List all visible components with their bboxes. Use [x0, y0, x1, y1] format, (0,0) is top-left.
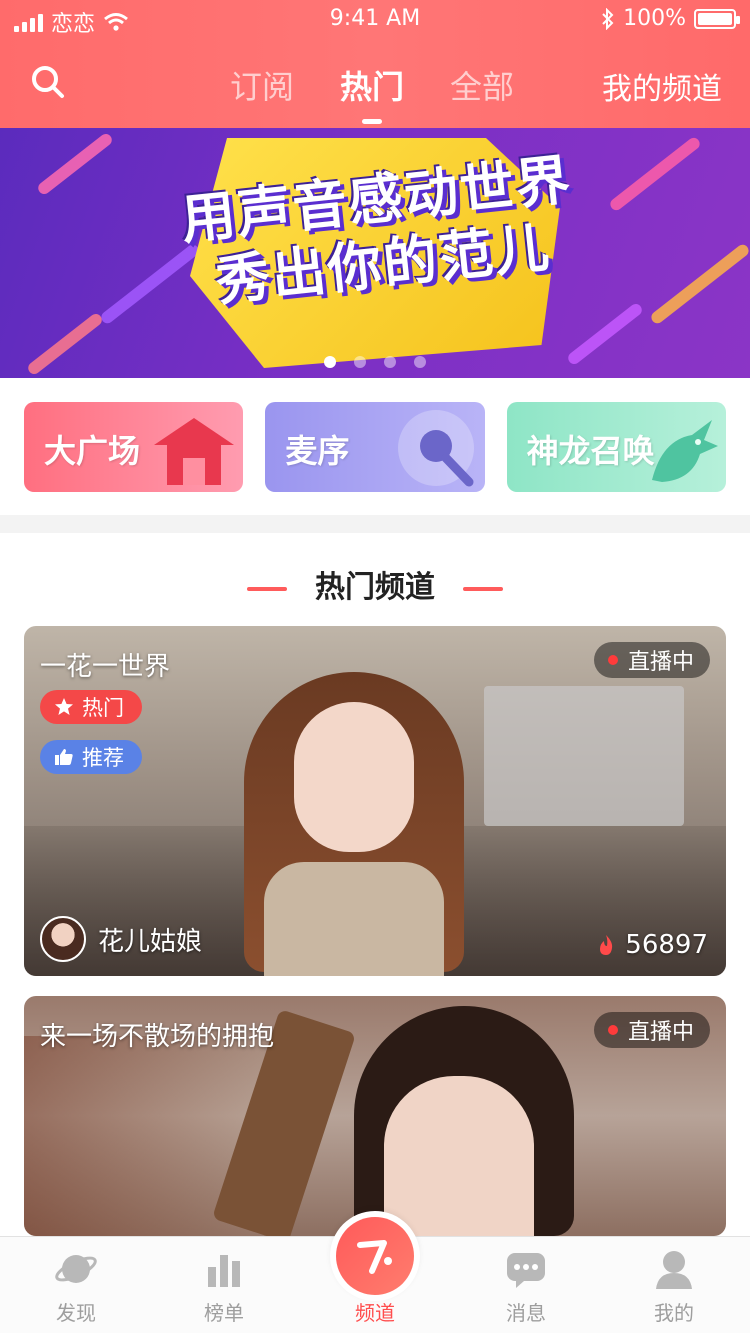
banner-dot[interactable]: [324, 356, 336, 368]
category-square[interactable]: 大广场: [24, 402, 244, 492]
channel-logo-icon: [336, 1217, 414, 1295]
tab-me[interactable]: 我的: [624, 1247, 724, 1326]
section-title: 热门频道: [315, 570, 435, 605]
bottom-tab-bar: 发现 榜单 频道 消息 我的: [0, 1211, 750, 1333]
tab-discover[interactable]: 发现: [26, 1247, 126, 1326]
chat-bubble-icon: [507, 1253, 545, 1288]
channel-card[interactable]: 一花一世界 直播中 热门 推荐 花儿姑娘 56897: [24, 626, 726, 976]
planet-icon: [55, 1255, 97, 1283]
thumbs-up-icon: [55, 749, 73, 765]
channel-title: 来一场不散场的拥抱: [40, 1022, 275, 1052]
category-dragon-summon[interactable]: 神龙召唤: [506, 402, 726, 492]
search-icon[interactable]: [30, 64, 66, 100]
channel-center-button[interactable]: [330, 1211, 420, 1301]
channel-cover-person: [211, 996, 584, 1236]
tab-label: 频道: [355, 1301, 395, 1325]
channel-title: 一花一世界: [40, 652, 171, 682]
channel-card[interactable]: 来一场不散场的拥抱 直播中: [24, 996, 726, 1236]
banner-pagination: [0, 356, 750, 368]
banner-dot[interactable]: [414, 356, 426, 368]
dragon-icon: [651, 420, 718, 482]
category-label: 大广场: [44, 432, 141, 470]
battery-icon: [694, 8, 740, 29]
note-icon: [357, 1240, 392, 1274]
tab-subscribe[interactable]: 订阅: [230, 62, 294, 108]
chart-bars-icon: [208, 1255, 240, 1287]
flame-icon: [600, 935, 613, 955]
heat-count: 56897: [597, 930, 708, 960]
status-bar: 恋恋 9:41 AM 100%: [0, 0, 750, 40]
badge-label: 推荐: [82, 746, 124, 770]
live-badge: 直播中: [593, 1012, 710, 1048]
heat-value: 56897: [625, 930, 708, 960]
category-row: 大广场 麦序 神龙召唤: [24, 402, 726, 492]
category-mic-queue[interactable]: 麦序: [265, 402, 485, 492]
tab-channel[interactable]: 频道: [325, 1297, 425, 1326]
banner-dot[interactable]: [354, 356, 366, 368]
tab-all[interactable]: 全部: [450, 62, 514, 108]
live-badge: 直播中: [593, 642, 710, 678]
header: 恋恋 9:41 AM 100% 订阅 热门 全部 我的频道: [0, 0, 750, 128]
live-dot-icon: [607, 655, 618, 665]
avatar[interactable]: [40, 916, 86, 962]
microphone-icon: [397, 410, 474, 487]
section-heading: 热门频道: [0, 562, 750, 606]
banner-dot[interactable]: [384, 356, 396, 368]
battery-percent: 100%: [623, 6, 686, 31]
live-status: 直播中: [627, 1020, 694, 1045]
tab-ranking[interactable]: 榜单: [174, 1247, 274, 1326]
heading-line-right: [463, 586, 503, 591]
owner-name: 花儿姑娘: [98, 926, 203, 957]
bluetooth-icon: [602, 7, 614, 30]
tab-label: 发现: [56, 1301, 96, 1325]
my-channels-link[interactable]: 我的频道: [602, 64, 722, 108]
recommend-badge: 推荐: [40, 740, 142, 774]
channel-cover-person: [224, 662, 484, 976]
tab-label: 消息: [506, 1301, 546, 1325]
section-divider: [0, 515, 750, 533]
star-icon: [55, 698, 73, 715]
house-icon: [154, 418, 235, 485]
heading-line-left: [247, 586, 287, 591]
live-dot-icon: [607, 1025, 618, 1035]
tab-label: 我的: [654, 1301, 694, 1325]
status-right: 100%: [601, 6, 740, 31]
category-label: 神龙召唤: [526, 432, 655, 470]
hot-badge: 热门: [40, 690, 142, 724]
channel-tabs: 订阅 热门 全部: [230, 62, 514, 108]
user-icon: [656, 1251, 692, 1289]
tab-messages[interactable]: 消息: [476, 1247, 576, 1326]
badge-label: 热门: [82, 696, 124, 720]
channel-owner[interactable]: 花儿姑娘: [40, 916, 202, 962]
promo-banner[interactable]: 用声音感动世界 秀出你的范儿: [0, 128, 750, 378]
category-label: 麦序: [285, 432, 350, 470]
tab-label: 榜单: [204, 1301, 244, 1325]
tab-hot[interactable]: 热门: [340, 62, 404, 108]
live-status: 直播中: [627, 650, 694, 675]
top-nav: 订阅 热门 全部 我的频道: [0, 50, 750, 120]
